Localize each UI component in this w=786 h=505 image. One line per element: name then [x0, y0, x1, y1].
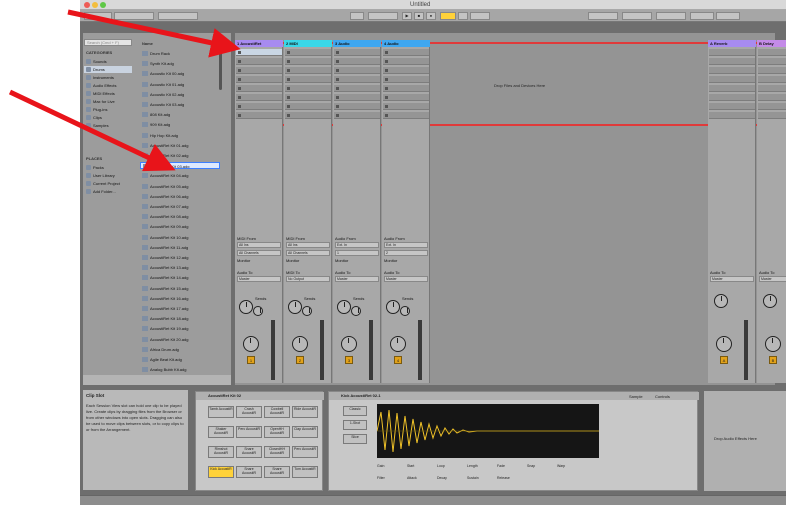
arrow-to-track-header: [67, 9, 241, 58]
arrow-to-selected-kit: [8, 89, 176, 172]
annotation-arrows: [8, 9, 241, 172]
